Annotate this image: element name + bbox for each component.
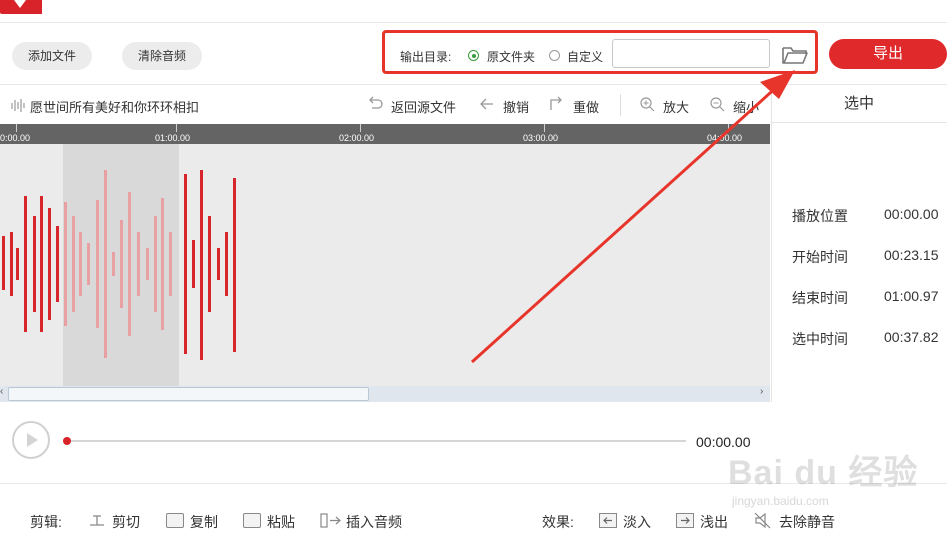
waveform-bar xyxy=(112,252,115,276)
output-path-input[interactable] xyxy=(612,39,770,68)
waveform-bar xyxy=(64,202,67,326)
fade-out-button[interactable]: 浅出 xyxy=(700,512,728,532)
audio-wave-icon xyxy=(11,99,25,112)
insert-audio-icon[interactable] xyxy=(320,513,342,528)
watermark-url: jingyan.baidu.com xyxy=(732,494,829,508)
waveform-bar xyxy=(24,196,27,332)
zoom-out-icon[interactable] xyxy=(709,96,725,112)
waveform-bar xyxy=(200,170,203,360)
waveform-bar xyxy=(192,240,195,288)
copy-icon[interactable] xyxy=(166,513,184,528)
export-button[interactable]: 导出 xyxy=(829,39,947,69)
waveform-bar xyxy=(169,232,172,296)
start-time-value: 00:23.15 xyxy=(884,247,939,263)
ruler-tick-label: 03:00.00 xyxy=(523,133,559,143)
cut-button[interactable]: 剪切 xyxy=(112,512,140,532)
edit-bar-separator xyxy=(620,94,621,116)
folder-open-icon[interactable] xyxy=(781,44,809,66)
timeline-ruler[interactable] xyxy=(0,124,770,144)
waveform-bar xyxy=(120,220,123,308)
waveform-bar xyxy=(146,248,149,280)
selected-duration-value: 00:37.82 xyxy=(884,329,939,345)
end-time-value: 01:00.97 xyxy=(884,288,939,304)
radio-custom-label[interactable]: 自定义 xyxy=(567,48,603,65)
selection-panel xyxy=(771,85,947,402)
fade-in-button[interactable]: 淡入 xyxy=(623,512,651,532)
waveform-bar xyxy=(137,232,140,296)
fade-out-icon[interactable] xyxy=(676,513,694,528)
waveform-bar xyxy=(233,178,236,352)
paste-icon[interactable] xyxy=(243,513,261,528)
ruler-tick-label: 00:00.00 xyxy=(0,133,31,143)
zoom-in-button[interactable]: 放大 xyxy=(663,97,689,116)
redo-icon[interactable] xyxy=(549,96,565,112)
revert-button[interactable]: 返回源文件 xyxy=(391,97,456,116)
waveform-bar xyxy=(96,200,99,328)
playback-track[interactable] xyxy=(68,440,686,442)
scroll-right-icon[interactable]: › xyxy=(760,386,763,397)
waveform-bar xyxy=(208,216,211,312)
ruler-tick-label: 02:00.00 xyxy=(339,133,375,143)
radio-original-folder[interactable] xyxy=(468,50,479,61)
end-time-label: 结束时间 xyxy=(792,290,848,306)
redo-button[interactable]: 重做 xyxy=(573,97,599,116)
fade-in-icon[interactable] xyxy=(599,513,617,528)
insert-audio-button[interactable]: 插入音频 xyxy=(346,512,402,532)
ruler-tick-mark xyxy=(360,124,361,132)
mute-icon[interactable] xyxy=(754,512,772,529)
revert-icon[interactable] xyxy=(367,96,383,112)
cut-icon[interactable] xyxy=(88,513,106,528)
waveform-bar xyxy=(48,208,51,320)
play-button[interactable] xyxy=(12,421,50,459)
waveform-bar xyxy=(128,192,131,336)
waveform-bar xyxy=(40,196,43,332)
waveform-bar xyxy=(225,232,228,296)
waveform-bar xyxy=(10,232,13,296)
zoom-out-button[interactable]: 缩小 xyxy=(733,97,759,116)
radio-original-label[interactable]: 原文件夹 xyxy=(487,48,535,65)
ruler-tick-mark xyxy=(728,124,729,132)
selected-duration-label: 选中时间 xyxy=(792,331,848,347)
add-file-button[interactable]: 添加文件 xyxy=(12,42,92,70)
waveform-bar xyxy=(72,216,75,312)
play-icon xyxy=(27,433,38,447)
zoom-in-icon[interactable] xyxy=(639,96,655,112)
title-divider xyxy=(0,22,947,23)
waveform-bar xyxy=(33,216,36,312)
ruler-tick-mark xyxy=(176,124,177,132)
start-time-label: 开始时间 xyxy=(792,249,848,265)
waveform-bar xyxy=(56,226,59,302)
ruler-tick-label: 01:00.00 xyxy=(155,133,191,143)
effect-section-label: 效果: xyxy=(542,514,574,530)
scrollbar-thumb[interactable] xyxy=(8,387,369,401)
radio-custom[interactable] xyxy=(549,50,560,61)
waveform-bar xyxy=(217,248,220,280)
clear-audio-button[interactable]: 清除音频 xyxy=(122,42,202,70)
track-name: 愿世间所有美好和你环环相扣 xyxy=(30,100,200,115)
waveform-bar xyxy=(79,232,82,296)
undo-icon[interactable] xyxy=(479,96,495,112)
play-position-value: 00:00.00 xyxy=(884,206,939,222)
watermark-logo: Bai du 经验 xyxy=(728,454,919,492)
play-position-label: 播放位置 xyxy=(792,208,848,224)
waveform-bar xyxy=(16,248,19,280)
scroll-left-icon[interactable]: ‹ xyxy=(0,386,3,397)
playback-handle[interactable] xyxy=(63,437,71,445)
waveform-bar xyxy=(154,216,157,312)
waveform-bar xyxy=(184,174,187,354)
ruler-tick-mark xyxy=(16,124,17,132)
waveform-bar xyxy=(2,236,5,290)
ruler-tick-mark xyxy=(544,124,545,132)
edit-section-label: 剪辑: xyxy=(30,514,62,530)
copy-button[interactable]: 复制 xyxy=(190,512,218,532)
waveform-bar xyxy=(161,198,164,330)
paste-button[interactable]: 粘贴 xyxy=(267,512,295,532)
remove-silence-button[interactable]: 去除静音 xyxy=(779,512,835,532)
panel-header: 选中 xyxy=(771,85,947,123)
ruler-tick-label: 04:00.00 xyxy=(707,133,743,143)
waveform-bar xyxy=(87,243,90,285)
waveform-bar xyxy=(104,170,107,358)
output-dir-label: 输出目录: xyxy=(400,50,452,64)
undo-button[interactable]: 撤销 xyxy=(503,97,529,116)
